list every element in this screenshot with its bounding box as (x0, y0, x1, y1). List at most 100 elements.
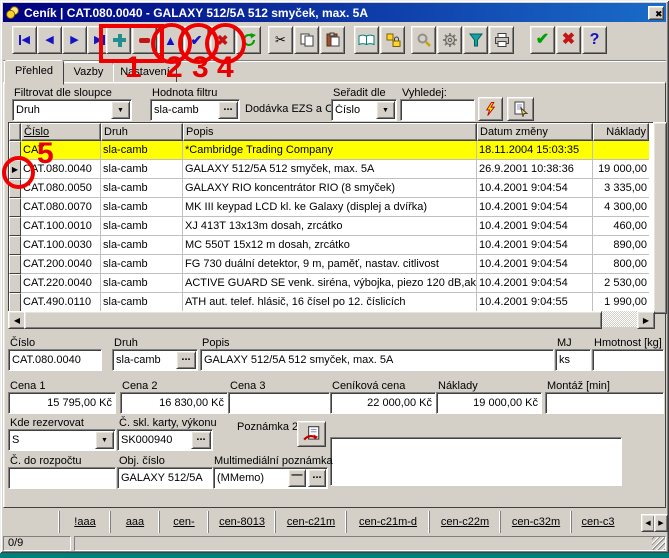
mmemo-field[interactable]: — ... (213, 467, 328, 489)
row-selector[interactable] (9, 293, 21, 312)
table-row[interactable]: CAT.080.0070 sla-camb MK III keypad LCD … (9, 198, 653, 217)
row-selector[interactable] (9, 141, 21, 160)
bottom-tabs-scroll-right-button[interactable]: ▶ (654, 514, 668, 532)
search-button[interactable] (411, 26, 436, 54)
column-header-cislo[interactable]: Číslo (21, 123, 101, 141)
cena2-field[interactable] (120, 392, 228, 414)
chevron-down-icon[interactable]: ▼ (95, 431, 114, 449)
tab-nastaveni[interactable]: Nastavení (113, 62, 177, 84)
table-row[interactable]: CAT.100.0010 sla-camb XJ 413T 13x13m dos… (9, 217, 653, 236)
quick-search-button[interactable] (478, 97, 503, 121)
bottom-tab[interactable]: !aaa (59, 511, 110, 533)
cancel-record-button[interactable]: ✖ (210, 26, 235, 54)
tab-vazby[interactable]: Vazby (63, 62, 114, 84)
edit-record-button[interactable]: ▲ (158, 26, 183, 54)
cena1-field[interactable] (8, 392, 116, 414)
bottom-tab[interactable]: cen-c32m (500, 511, 571, 533)
search-field[interactable] (400, 99, 475, 121)
row-selector[interactable] (9, 236, 21, 255)
obj-cislo-field[interactable] (117, 467, 213, 489)
bottom-tab[interactable]: cen-8013 (208, 511, 275, 533)
table-row[interactable]: CAT.100.0030 sla-camb MC 550T 15x12 m do… (9, 236, 653, 255)
rozpocet-field[interactable] (8, 467, 116, 489)
hmotnost-field[interactable] (592, 349, 664, 371)
skl-karty-field[interactable]: ... (117, 429, 213, 451)
print-button[interactable] (489, 26, 514, 54)
horizontal-scroll-thumb[interactable] (24, 311, 602, 329)
poznamka2-edit-button[interactable] (297, 421, 326, 447)
table-row[interactable]: CAT sla-camb *Cambridge Trading Company … (9, 141, 653, 160)
column-header-naklady[interactable]: Náklady (593, 123, 649, 141)
ellipsis-icon[interactable]: ... (308, 469, 326, 487)
table-row[interactable]: CAT.220.0040 sla-camb ACTIVE GUARD SE ve… (9, 274, 653, 293)
row-selector[interactable] (9, 198, 21, 217)
table-horizontal-scrollbar[interactable]: ◀ ▶ (8, 311, 653, 327)
paste-button[interactable] (320, 26, 345, 54)
filter-value-field[interactable]: ... (150, 99, 240, 121)
bottom-tab[interactable]: aaa (110, 511, 159, 533)
settings-gear-button[interactable] (437, 26, 462, 54)
table-vertical-scrollbar[interactable] (653, 122, 667, 314)
popis-field[interactable] (200, 349, 554, 371)
scroll-right-button[interactable]: ▶ (637, 311, 655, 329)
tab-prehled[interactable]: Přehled (4, 60, 64, 85)
cislo-field[interactable] (8, 349, 102, 371)
table-row[interactable]: CAT.200.0040 sla-camb FG 730 duální dete… (9, 255, 653, 274)
previous-record-button[interactable]: ◀ (37, 26, 62, 54)
column-header-druh[interactable]: Druh (101, 123, 183, 141)
search-input[interactable] (401, 104, 474, 116)
help-button[interactable]: ? (582, 26, 607, 54)
delete-record-button[interactable] (132, 26, 157, 54)
resize-grip[interactable] (652, 537, 665, 550)
refresh-button[interactable] (236, 26, 261, 54)
table-row[interactable]: CAT.080.0050 sla-camb GALAXY RIO koncent… (9, 179, 653, 198)
report-button[interactable] (507, 97, 534, 121)
confirm-record-button[interactable]: ✔ (184, 26, 209, 54)
ellipsis-icon[interactable]: ... (218, 101, 238, 119)
row-selector[interactable] (9, 217, 21, 236)
chevron-down-icon[interactable]: ▼ (111, 101, 130, 119)
title-bar[interactable]: Ceník | CAT.080.0040 - GALAXY 512/5A 512… (3, 3, 666, 22)
cenikova-cena-field[interactable] (330, 392, 436, 414)
ok-check-button[interactable]: ✔ (530, 26, 555, 54)
poznamka2-textarea[interactable] (330, 437, 622, 486)
close-x-button[interactable]: ✖ (556, 26, 581, 54)
current-row-marker[interactable]: ▶ (9, 160, 21, 179)
table-row[interactable]: CAT.490.0110 sla-camb ATH aut. telef. hl… (9, 293, 653, 312)
ellipsis-icon[interactable]: ... (176, 351, 196, 369)
filter-value-input[interactable] (151, 104, 217, 116)
filter-column-select[interactable]: ▼ (12, 99, 132, 121)
montaz-field[interactable] (545, 392, 664, 414)
bottom-tab[interactable]: cen-c21m (275, 511, 346, 533)
row-selector[interactable] (9, 179, 21, 198)
cut-button[interactable]: ✂ (268, 26, 293, 54)
bottom-tab[interactable]: cen-c22m (429, 511, 500, 533)
bottom-tabs-scroll-left-button[interactable]: ◀ (641, 514, 655, 532)
bottom-tab[interactable]: cen- (159, 511, 208, 533)
next-record-button[interactable]: ▶ (62, 26, 87, 54)
row-selector[interactable] (9, 255, 21, 274)
window-close-button[interactable]: ✖ (648, 6, 664, 20)
sort-value[interactable] (332, 104, 375, 116)
kde-rezervovat-select[interactable]: ▼ (8, 429, 116, 451)
ellipsis-icon[interactable]: ... (191, 431, 211, 449)
chevron-down-icon[interactable]: ▼ (376, 101, 395, 119)
naklady-field[interactable] (436, 392, 542, 414)
table-row-selected[interactable]: ▶ CAT.080.0040 sla-camb GALAXY 512/5A 51… (9, 160, 653, 179)
first-record-button[interactable]: ◀ (12, 26, 37, 54)
bottom-tab[interactable]: cen-c3 (571, 511, 624, 533)
stock-lock-button[interactable] (380, 26, 405, 54)
sort-select[interactable]: ▼ (331, 99, 397, 121)
column-header-datum[interactable]: Datum změny (477, 123, 593, 141)
druh-field[interactable]: ... (112, 349, 198, 371)
catalog-book-button[interactable] (354, 26, 379, 54)
filter-funnel-button[interactable] (463, 26, 488, 54)
bottom-tab[interactable]: cen-c21m-d (346, 511, 429, 533)
mj-field[interactable] (555, 349, 591, 371)
column-header-popis[interactable]: Popis (183, 123, 477, 141)
copy-button[interactable] (294, 26, 319, 54)
minus-icon[interactable]: — (288, 469, 306, 487)
row-selector[interactable] (9, 274, 21, 293)
add-record-button[interactable] (106, 26, 131, 54)
filter-column-value[interactable] (13, 104, 110, 116)
